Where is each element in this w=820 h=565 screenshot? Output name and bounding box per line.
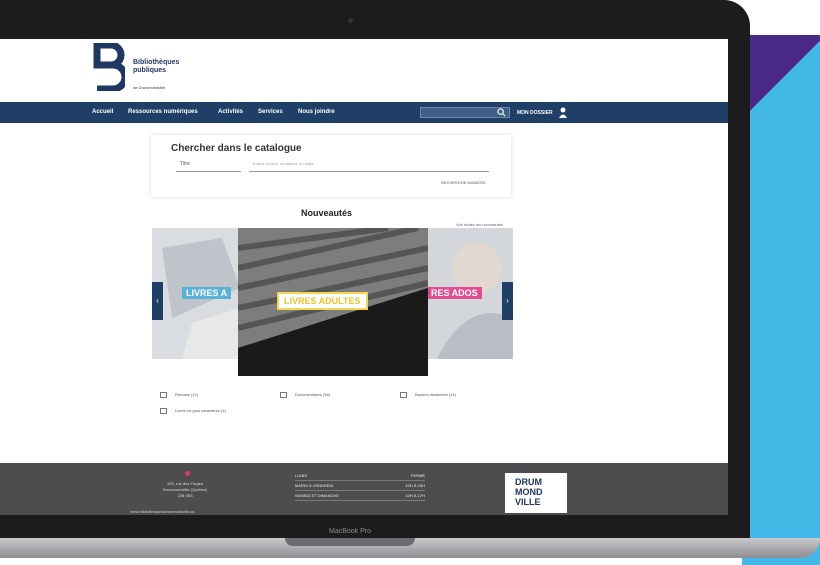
user-icon[interactable] [559,107,567,118]
category-label: Romans (12) [175,392,199,398]
hours-day: MARDI À VENDREDI [295,483,334,488]
hours-time: FERMÉ [411,473,425,478]
device-label: MacBook Pro [328,528,372,535]
nav-item-nous-joindre[interactable]: Nous joindre [298,109,335,115]
catalog-field-select[interactable]: Titre [176,161,241,172]
slide-center-tag: LIVRES ADULTES [277,292,368,310]
slide-right-tag: RES ADOS [427,287,482,299]
category-item[interactable]: Bandes dessinées (14) [400,392,456,398]
footer-website-link[interactable]: www.bibliothequesdrummondville.ca [130,509,194,514]
book-icon [280,392,287,398]
hours-day: LUNDI [295,473,308,478]
address-line: J2B 0E8 [177,493,193,498]
catalog-search-box: Chercher dans le catalogue Titre Entrez … [151,135,511,197]
category-item[interactable]: Documentaires (56) [280,392,330,398]
nav-item-services[interactable]: Services [258,109,283,115]
laptop-base-notch [285,538,415,546]
carousel-slide-right[interactable]: RES ADOS [427,228,513,359]
main-navbar: Accueil Ressources numériques Activités … [0,102,728,123]
nav-item-accueil[interactable]: Accueil [92,109,113,115]
book-icon [400,392,407,398]
logo-title-line2: publiques [133,67,167,74]
stage: Bibliothèques publiques de Drummondville… [0,0,820,565]
carousel-slide-left[interactable]: LIVRES A [152,228,240,359]
city-logo-line: VILLE [515,497,541,507]
hours-row: MARDI À VENDREDI 10H À 20H [295,481,425,491]
background-purple-shape [742,35,820,125]
catalog-title: Chercher dans le catalogue [171,143,302,154]
category-item[interactable]: Livres en gros caractères (4) [160,408,226,414]
location-pin-icon [185,471,190,476]
logo-subtitle: de Drummondville [133,85,166,90]
book-icon [160,408,167,414]
see-all-news-link[interactable]: Voir toutes les nouveautés [456,222,503,227]
hours-time: 10H À 17H [405,493,425,498]
city-logo-line: DRUM [515,477,542,487]
logo-title-line1: Bibliothèques [133,59,180,66]
category-label: Livres en gros caractères (4) [175,408,226,414]
library-logo-icon[interactable] [93,43,125,91]
hours-time: 10H À 20H [405,483,425,488]
category-item[interactable]: Romans (12) [160,392,198,398]
nav-item-ressources[interactable]: Ressources numériques [128,109,198,115]
drummondville-city-logo[interactable]: DRUM MOND VILLE [505,473,567,513]
hours-day: SAMEDI ET DIMANCHE [295,493,339,498]
catalog-search-input[interactable]: Entrez un titre, un auteur, un sujet... [249,161,489,172]
category-label: Documentaires (56) [295,392,331,398]
login-link[interactable]: MON DOSSIER [517,110,553,116]
carousel-slide-center[interactable]: LIVRES ADULTES [238,228,428,376]
book-icon [160,392,167,398]
footer-address: 425, rue des Forges Drummondville (Québe… [150,481,220,499]
slide-left-tag: LIVRES A [182,287,232,299]
hours-row: SAMEDI ET DIMANCHE 10H À 17H [295,491,425,501]
category-label: Bandes dessinées (14) [415,392,456,398]
logo-text: Bibliothèques publiques [133,59,179,75]
camera [348,18,353,23]
nav-item-activites[interactable]: Activités [218,109,243,115]
carousel-next-button[interactable]: › [502,282,513,320]
news-title: Nouveautés [301,208,353,218]
carousel-prev-button[interactable]: ‹ [152,282,163,320]
advanced-search-link[interactable]: RECHERCHE AVANCÉE [441,180,486,185]
browser-screen: Bibliothèques publiques de Drummondville… [0,39,728,515]
city-logo-line: MOND [515,487,543,497]
opening-hours-table: LUNDI FERMÉ MARDI À VENDREDI 10H À 20H SAM… [295,471,425,501]
hours-row: LUNDI FERMÉ [295,471,425,481]
site-footer: 425, rue des Forges Drummondville (Québe… [0,463,728,515]
search-icon[interactable] [497,108,506,117]
